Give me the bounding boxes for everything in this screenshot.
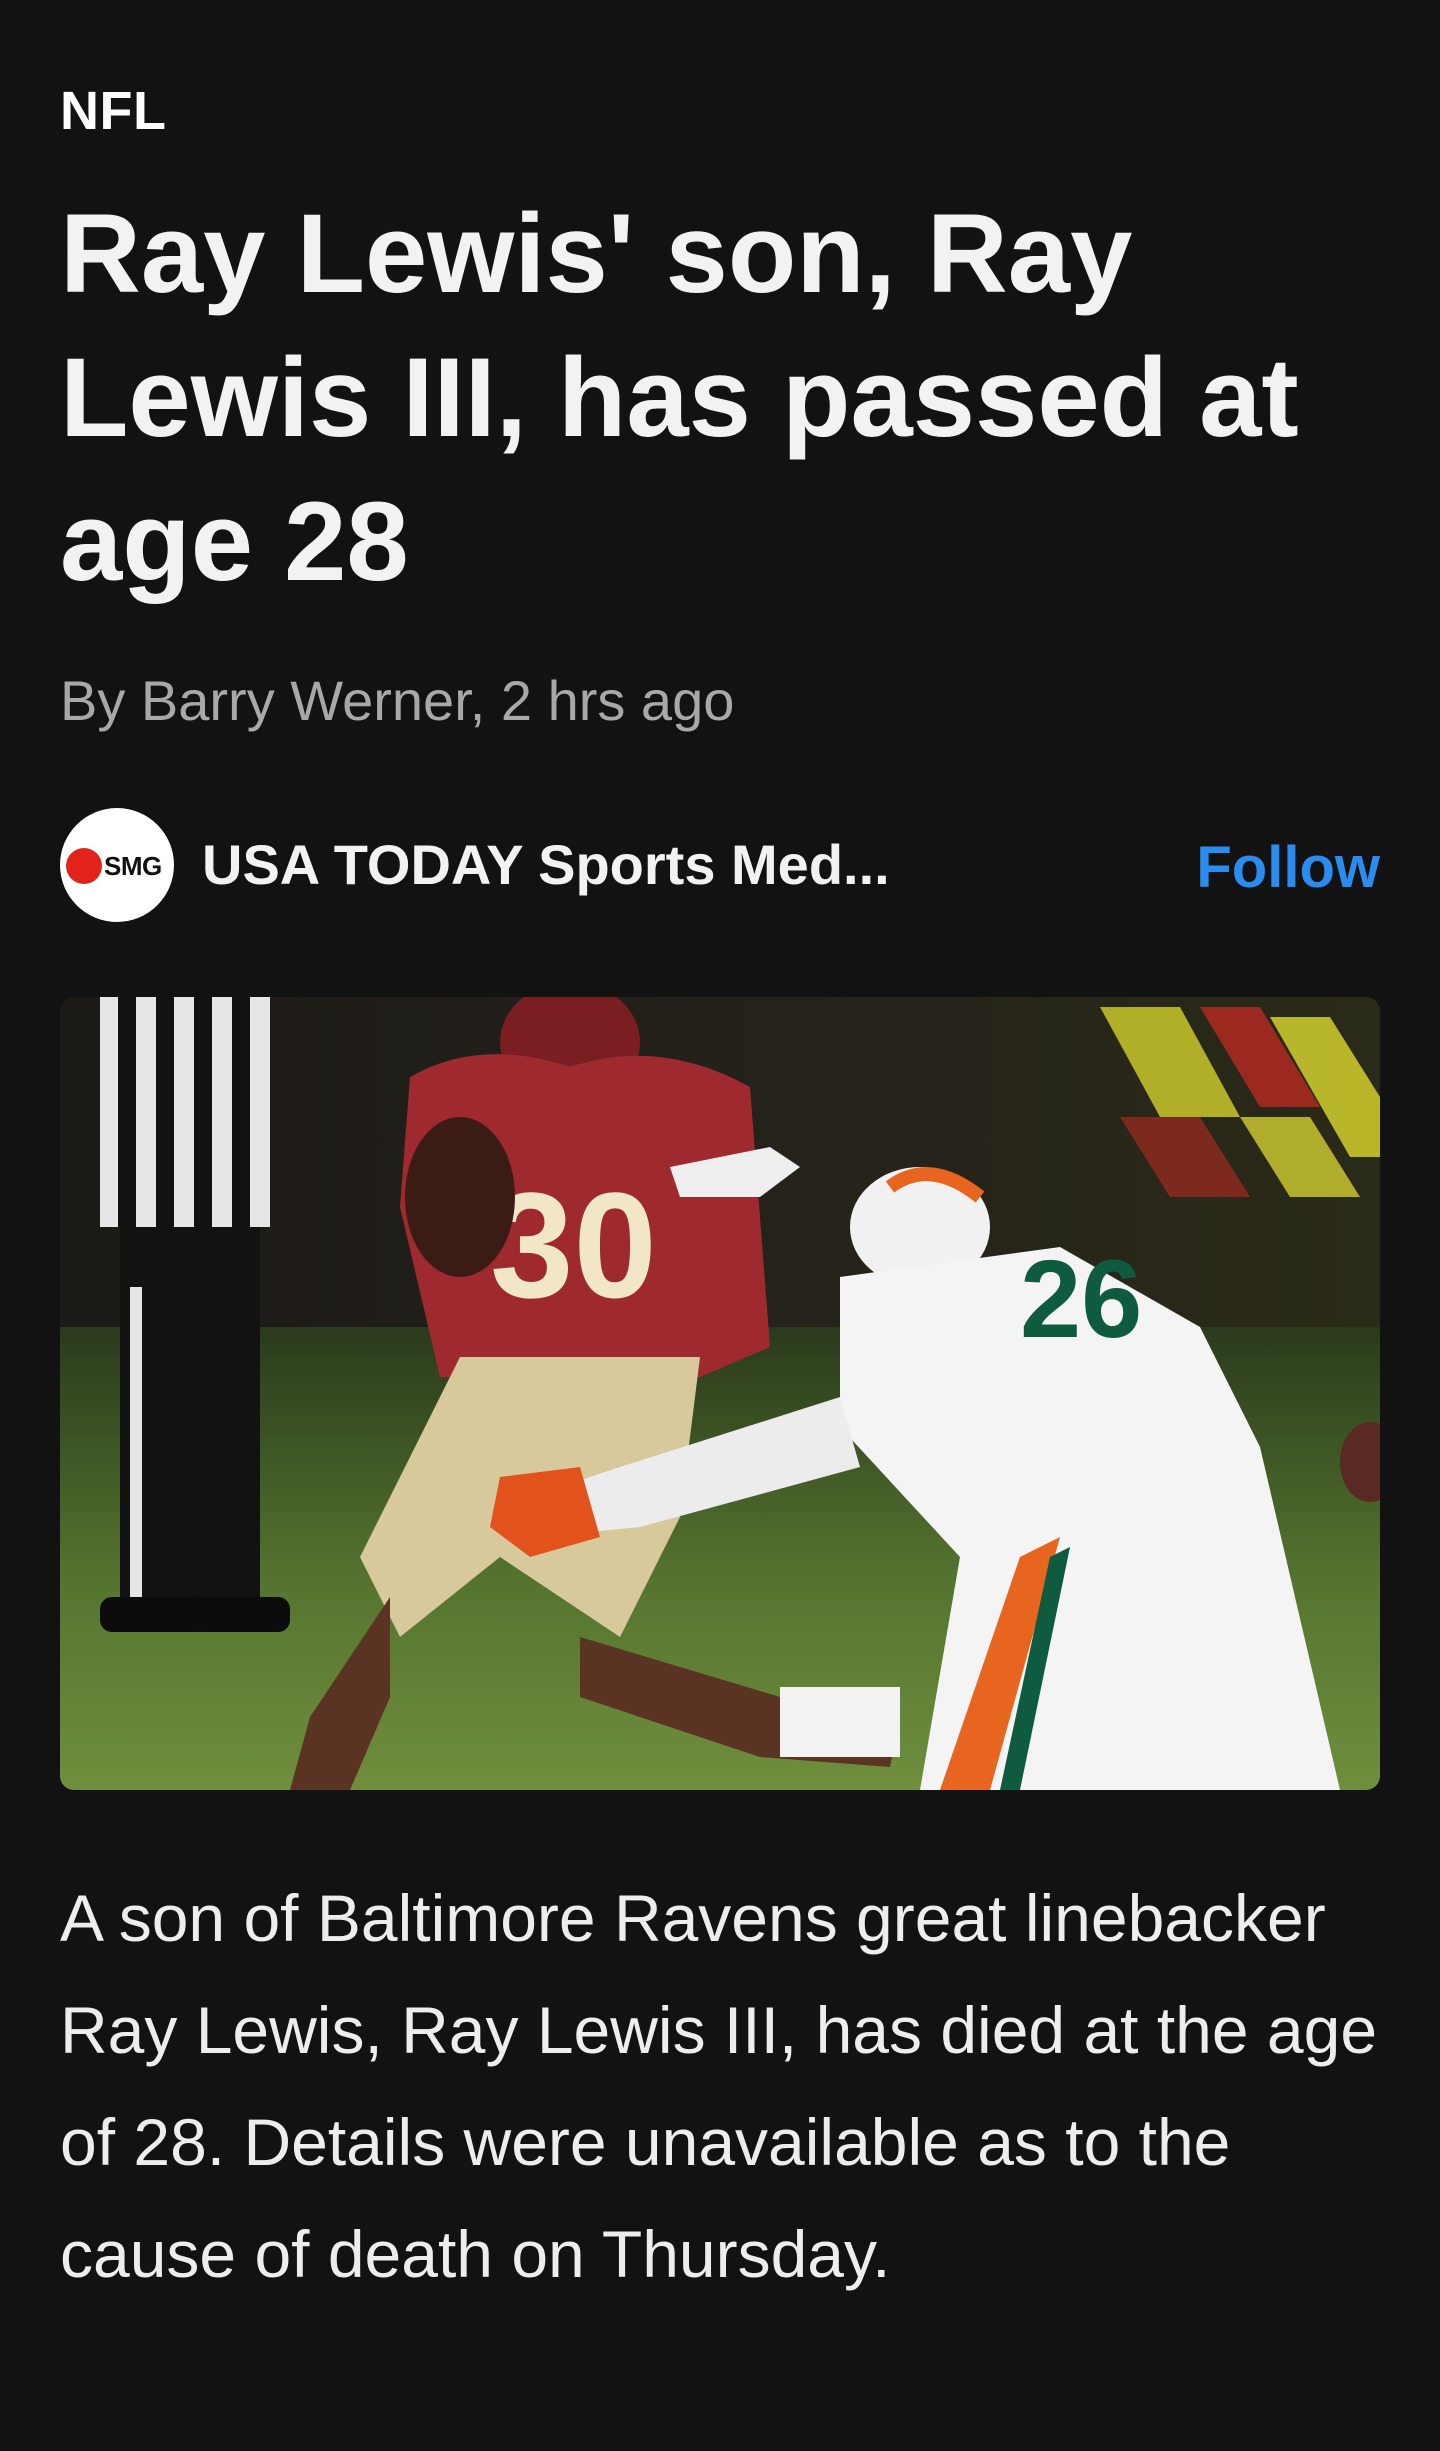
smg-logo-dot-icon	[66, 848, 102, 884]
source-logo-text: SMG	[104, 851, 162, 881]
follow-button[interactable]: Follow	[1196, 834, 1380, 901]
article-category[interactable]: NFL	[60, 80, 166, 142]
source-name[interactable]: USA TODAY Sports Med...	[202, 832, 890, 897]
article-body: A son of Baltimore Ravens great lineback…	[60, 1881, 1378, 2291]
svg-text:30: 30	[490, 1161, 657, 1329]
article-headline: Ray Lewis' son, Ray Lewis III, has passe…	[60, 191, 1299, 604]
article-byline: By Barry Werner, 2 hrs ago	[60, 669, 735, 732]
svg-text:26: 26	[1020, 1238, 1142, 1361]
source-row: SMG USA TODAY Sports Med... Follow	[60, 808, 1380, 924]
source-logo[interactable]: SMG	[60, 808, 174, 922]
hero-image[interactable]: 30 26	[60, 997, 1380, 1790]
